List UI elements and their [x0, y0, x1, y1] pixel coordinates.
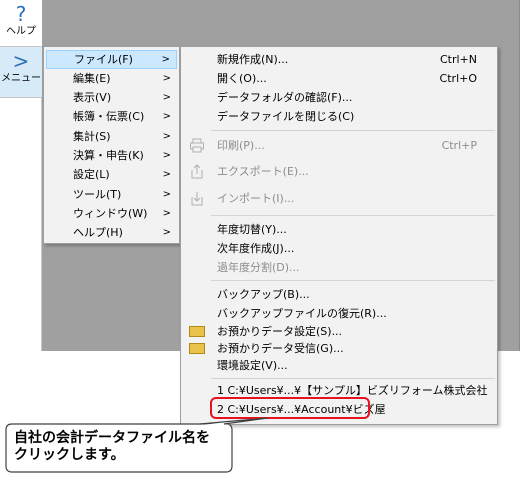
callout-line-1: 自社の会計データファイル名を: [14, 430, 210, 446]
screen: ? ヘルプ > メニュー ファイル(F) > 編集(E) > 表示(V) > 帳…: [0, 0, 520, 482]
callout-line-2: クリックします。: [14, 447, 125, 463]
callout-bubble: [5, 417, 269, 473]
callout-text: 自社の会計データファイル名を クリックします。: [14, 430, 234, 464]
